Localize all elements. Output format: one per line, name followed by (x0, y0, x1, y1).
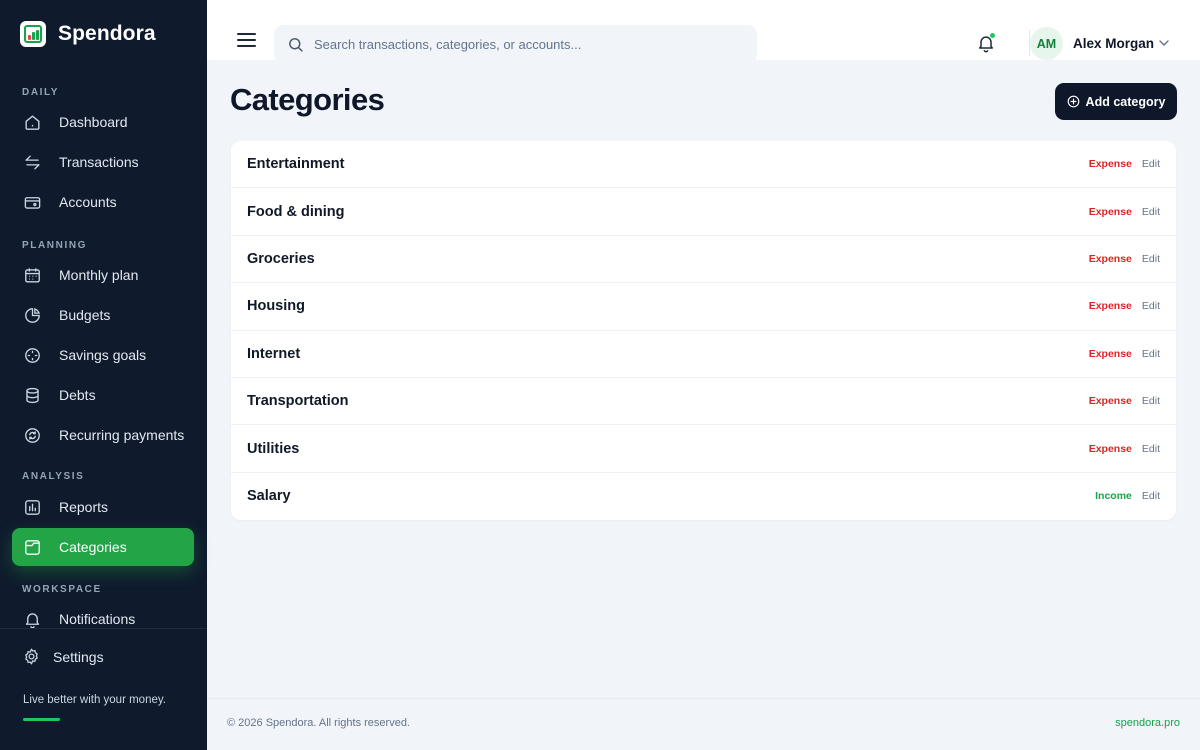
category-row[interactable]: Groceries Expense Edit (231, 236, 1176, 284)
wallet-icon (24, 196, 41, 209)
calendar-icon (25, 267, 40, 283)
target-icon (25, 347, 40, 363)
sidebar-item-budgets[interactable]: Budgets (12, 296, 194, 334)
footer-divider (207, 698, 1200, 699)
edit-link[interactable]: Edit (1142, 443, 1160, 455)
category-row[interactable]: Salary Income Edit (231, 473, 1176, 520)
sidebar-item-dashboard[interactable]: Dashboard (12, 103, 194, 141)
brand[interactable]: Spendora (20, 21, 156, 47)
category-name: Internet (247, 345, 301, 362)
sidebar-item-transactions[interactable]: Transactions (12, 143, 194, 181)
category-row[interactable]: Transportation Expense Edit (231, 378, 1176, 426)
sidebar-item-accounts[interactable]: Accounts (12, 183, 194, 221)
settings-label: Settings (53, 648, 104, 665)
category-name: Housing (247, 298, 305, 315)
chart-icon (25, 499, 40, 515)
sidebar-item-label: Recurring payments (59, 427, 185, 443)
footer-link[interactable]: spendora.pro (1115, 717, 1180, 729)
sidebar-item-label: Debts (59, 387, 96, 403)
section-label-daily: DAILY (22, 87, 60, 98)
bell-icon (25, 612, 40, 628)
category-type-badge: Expense (1088, 205, 1132, 218)
folder-icon (25, 539, 40, 555)
refresh-icon (25, 427, 40, 443)
section-label-planning: PLANNING (22, 240, 88, 251)
tagline: Live better with your money. (23, 694, 166, 706)
sidebar-item-monthly-plan[interactable]: Monthly plan (12, 256, 194, 294)
section-label-workspace: WORKSPACE (22, 584, 102, 595)
search-input[interactable] (314, 36, 734, 52)
sidebar: Spendora DAILY Dashboard Transactions Ac… (0, 0, 207, 750)
chevron-down-icon[interactable] (1158, 38, 1170, 48)
sidebar-item-label: Dashboard (59, 114, 128, 130)
pie-icon (25, 307, 40, 323)
category-type-badge: Expense (1088, 347, 1132, 360)
category-name: Groceries (247, 250, 315, 267)
avatar[interactable]: AM (1030, 27, 1063, 60)
gear-icon (25, 648, 38, 665)
edit-link[interactable]: Edit (1142, 300, 1160, 312)
sidebar-item-reports[interactable]: Reports (12, 488, 194, 526)
sidebar-item-label: Transactions (59, 154, 139, 170)
sidebar-item-debts[interactable]: Debts (12, 376, 194, 414)
sidebar-item-label: Notifications (59, 611, 136, 627)
category-name: Food & dining (247, 203, 345, 220)
sidebar-item-notifications[interactable]: Notifications (12, 600, 194, 638)
sidebar-item-label: Reports (59, 499, 109, 515)
category-type-badge: Expense (1088, 158, 1132, 171)
category-type-badge: Expense (1088, 300, 1132, 313)
copyright: © 2026 Spendora. All rights reserved. (227, 717, 410, 729)
search-box[interactable] (274, 25, 757, 63)
categories-list: Entertainment Expense Edit Food & dining… (231, 141, 1176, 520)
sidebar-item-label: Accounts (59, 194, 117, 210)
add-category-button[interactable]: Add category (1055, 83, 1177, 120)
tagline-accent-bar (23, 718, 60, 721)
edit-link[interactable]: Edit (1142, 253, 1160, 265)
add-category-label: Add category (1085, 94, 1166, 109)
sidebar-item-label: Categories (59, 539, 127, 555)
home-icon (25, 114, 40, 130)
category-row[interactable]: Food & dining Expense Edit (231, 188, 1176, 236)
page-title: Categories (230, 82, 385, 117)
category-type-badge: Expense (1088, 442, 1132, 455)
topbar: AM Alex Morgan (207, 0, 1200, 63)
logo-icon (20, 21, 46, 47)
plus-circle-icon (1067, 95, 1079, 108)
sidebar-item-categories[interactable]: Categories (12, 528, 194, 566)
category-row[interactable]: Entertainment Expense Edit (231, 141, 1176, 189)
edit-link[interactable]: Edit (1142, 490, 1160, 502)
sidebar-item-settings[interactable]: Settings (22, 647, 104, 666)
sidebar-item-label: Monthly plan (59, 267, 139, 283)
category-name: Salary (247, 488, 291, 505)
brand-name: Spendora (58, 22, 156, 45)
notification-dot (990, 33, 995, 38)
category-type-badge: Income (1095, 490, 1132, 503)
sidebar-item-label: Savings goals (59, 347, 147, 363)
category-row[interactable]: Housing Expense Edit (231, 283, 1176, 331)
user-name[interactable]: Alex Morgan (1073, 36, 1154, 51)
category-name: Transportation (247, 393, 349, 410)
edit-link[interactable]: Edit (1142, 348, 1160, 360)
edit-link[interactable]: Edit (1142, 206, 1160, 218)
sidebar-item-recurring-payments[interactable]: Recurring payments (12, 416, 194, 454)
sidebar-divider (0, 628, 207, 629)
category-type-badge: Expense (1088, 252, 1132, 265)
search-icon (289, 37, 303, 52)
category-row[interactable]: Utilities Expense Edit (231, 425, 1176, 473)
menu-icon[interactable] (237, 33, 256, 47)
sidebar-item-label: Budgets (59, 307, 111, 323)
category-name: Entertainment (247, 156, 345, 173)
category-type-badge: Expense (1088, 395, 1132, 408)
database-icon (26, 387, 39, 403)
arrows-icon (25, 154, 40, 170)
edit-link[interactable]: Edit (1142, 395, 1160, 407)
edit-link[interactable]: Edit (1142, 158, 1160, 170)
category-row[interactable]: Internet Expense Edit (231, 331, 1176, 378)
section-label-analysis: ANALYSIS (22, 471, 85, 482)
sidebar-item-savings-goals[interactable]: Savings goals (12, 336, 194, 374)
category-name: Utilities (247, 440, 300, 457)
